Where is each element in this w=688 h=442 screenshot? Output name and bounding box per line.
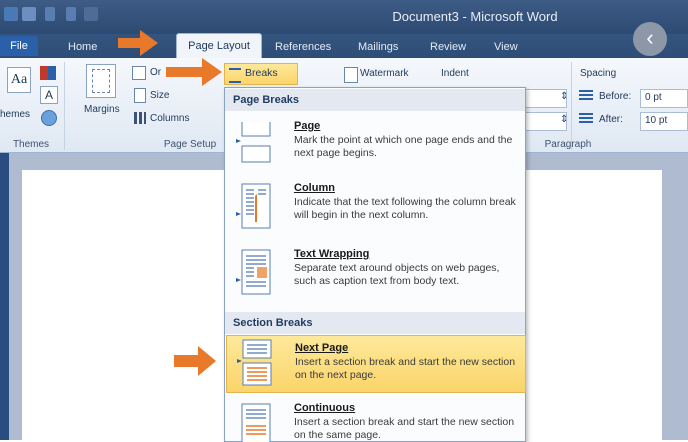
save-icon[interactable]	[22, 7, 36, 21]
spacing-after-value: 10 pt	[645, 115, 668, 126]
spacing-before-field[interactable]: 0 pt	[640, 89, 688, 108]
window-left-edge	[0, 153, 9, 440]
menu-item-text-wrapping[interactable]: Text Wrapping Separate text around objec…	[226, 242, 524, 308]
margins-icon[interactable]	[86, 64, 116, 98]
group-separator	[571, 62, 572, 150]
size-button-label[interactable]: Size	[150, 90, 169, 101]
print-icon[interactable]	[84, 7, 98, 21]
back-button[interactable]: ‹	[633, 22, 667, 56]
orientation-button-label[interactable]: Or	[150, 67, 161, 78]
watermark-button-label[interactable]: Watermark	[360, 68, 409, 79]
menu-item-continuous[interactable]: Continuous Insert a section break and st…	[226, 396, 524, 442]
redo-icon[interactable]	[66, 7, 76, 21]
breaks-label: Breaks	[245, 67, 278, 79]
breaks-button[interactable]: Breaks	[224, 63, 298, 85]
breaks-dropdown-menu: Page Breaks Page Mark the point at which…	[224, 87, 526, 442]
menu-item-continuous-title: Continuous	[294, 402, 356, 414]
orientation-icon[interactable]	[132, 66, 146, 80]
menu-item-column-title: Column	[294, 182, 335, 194]
theme-effects-icon[interactable]	[41, 110, 57, 126]
annotation-arrow-icon	[174, 346, 216, 376]
word-logo-icon[interactable]	[4, 7, 18, 21]
annotation-arrow-icon	[118, 30, 158, 56]
section-breaks-header: Section Breaks	[225, 312, 525, 334]
breaks-icon	[229, 68, 241, 83]
theme-colors-icon[interactable]	[40, 66, 56, 80]
watermark-icon[interactable]	[344, 67, 358, 83]
tab-home[interactable]: Home	[68, 38, 97, 56]
columns-button-label[interactable]: Columns	[150, 113, 189, 124]
menu-item-continuous-desc: Insert a section break and start the new…	[294, 416, 515, 441]
indent-label: Indent	[441, 68, 469, 79]
tab-view[interactable]: View	[494, 38, 518, 56]
group-separator	[64, 62, 65, 150]
spacing-before-label: Before:	[599, 91, 632, 102]
paragraph-group-label: Paragraph	[544, 139, 592, 150]
tab-mailings[interactable]: Mailings	[358, 38, 398, 56]
spacing-before-icon	[579, 90, 593, 102]
menu-item-next-page-title: Next Page	[295, 342, 349, 354]
text-wrapping-icon	[236, 249, 271, 295]
spin-arrows-icon[interactable]: ⇕	[560, 114, 568, 125]
themes-button-label: hemes	[0, 109, 31, 120]
spacing-after-icon	[579, 113, 593, 125]
spacing-after-field[interactable]: 10 pt	[640, 112, 688, 131]
tab-page-layout[interactable]: Page Layout	[176, 33, 262, 59]
menu-item-page-title: Page	[294, 120, 321, 132]
columns-icon[interactable]	[134, 112, 146, 124]
undo-icon[interactable]	[45, 7, 55, 21]
page-break-icon	[236, 122, 271, 163]
spacing-label: Spacing	[580, 68, 617, 79]
menu-item-column[interactable]: Column Indicate that the text following …	[226, 176, 524, 238]
theme-fonts-icon[interactable]: A	[40, 86, 58, 104]
menu-item-page[interactable]: Page Mark the point at which one page en…	[226, 114, 524, 172]
themes-group-label: Themes	[12, 139, 50, 150]
themes-icon[interactable]: Aa	[7, 67, 31, 93]
spacing-before-value: 0 pt	[645, 92, 662, 103]
window-title: Document3 - Microsoft Word	[392, 9, 558, 24]
menu-item-next-page[interactable]: Next Page Insert a section break and sta…	[226, 335, 526, 393]
spacing-after-label: After:	[599, 114, 623, 125]
tab-file[interactable]: File	[0, 36, 38, 56]
menu-item-page-desc: Mark the point at which one page ends an…	[294, 134, 513, 159]
menu-item-column-desc: Indicate that the text following the col…	[294, 196, 516, 221]
menu-item-text-wrapping-title: Text Wrapping	[294, 248, 370, 260]
ribbon-tab-bar	[0, 34, 688, 58]
page-setup-group-label: Page Setup	[163, 139, 217, 150]
column-break-icon	[236, 183, 271, 229]
page-breaks-header: Page Breaks	[225, 89, 525, 111]
size-icon[interactable]	[134, 88, 146, 103]
tab-review[interactable]: Review	[430, 38, 466, 56]
margins-button-label[interactable]: Margins	[84, 104, 120, 115]
tab-references[interactable]: References	[275, 38, 331, 56]
next-page-break-icon	[237, 339, 272, 386]
continuous-break-icon	[241, 403, 271, 442]
menu-item-text-wrapping-desc: Separate text around objects on web page…	[294, 262, 500, 287]
annotation-arrow-icon	[166, 58, 222, 86]
menu-item-next-page-desc: Insert a section break and start the new…	[295, 356, 516, 381]
spin-arrows-icon[interactable]: ⇕	[560, 91, 568, 102]
